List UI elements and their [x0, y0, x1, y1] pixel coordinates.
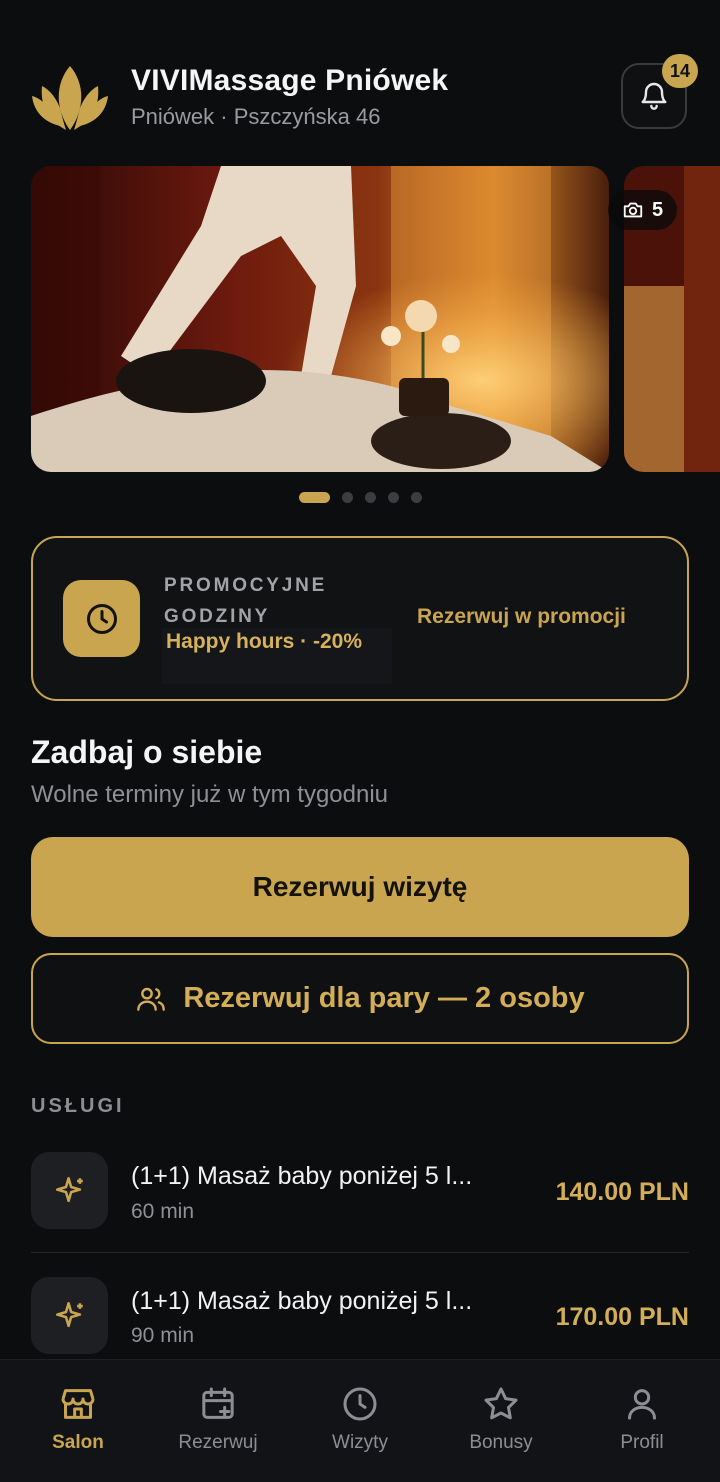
service-name: (1+1) Masaż baby poniżej 5 l...: [131, 1287, 473, 1315]
service-tile: [31, 1152, 108, 1229]
notification-count-badge: 14: [662, 54, 698, 88]
promo-book-link[interactable]: Rezerwuj w promocji: [417, 605, 626, 629]
section-title: Zadbaj o siebie: [31, 734, 263, 770]
carousel-dot[interactable]: [342, 492, 353, 503]
service-price: 170.00 PLN: [555, 1303, 689, 1331]
nav-item-wizyty[interactable]: Wizyty: [288, 1360, 432, 1482]
promo-clock-tile: [63, 580, 140, 657]
nav-item-profil[interactable]: Profil: [570, 1360, 714, 1482]
salon-photo[interactable]: [31, 166, 609, 472]
service-price: 140.00 PLN: [555, 1178, 689, 1206]
calendar-plus-icon: [202, 1387, 234, 1419]
users-icon: [137, 987, 166, 1011]
star-icon: [484, 1387, 518, 1420]
clock-icon: [343, 1387, 377, 1421]
camera-icon: [623, 202, 643, 218]
lotus-logo-icon: [30, 64, 110, 132]
nav-label: Wizyty: [332, 1432, 388, 1453]
book-for-couple-label: Rezerwuj dla pary — 2 osoby: [183, 982, 585, 1014]
nav-label: Rezerwuj: [178, 1432, 258, 1453]
store-icon: [61, 1389, 95, 1419]
service-duration: 90 min: [131, 1324, 195, 1347]
photo-count-badge[interactable]: 5: [608, 190, 678, 230]
carousel-dot[interactable]: [411, 492, 422, 503]
nav-label: Salon: [52, 1432, 104, 1453]
book-for-couple-button[interactable]: Rezerwuj dla pary — 2 osoby: [31, 953, 689, 1044]
bottom-nav: Salon Rezerwuj Wizyty Bonusy Profil: [0, 1359, 720, 1482]
carousel-dot[interactable]: [365, 492, 376, 503]
service-divider: [31, 1252, 689, 1253]
section-subtitle: Wolne terminy już w tym tygodniu: [31, 781, 389, 808]
service-row[interactable]: (1+1) Masaż baby poniżej 5 l... 90 min 1…: [31, 1277, 689, 1355]
clock-icon: [86, 603, 117, 634]
service-row[interactable]: (1+1) Masaż baby poniżej 5 l... 60 min 1…: [31, 1152, 689, 1230]
sparkles-icon: [55, 1176, 83, 1202]
sparkles-icon: [55, 1301, 83, 1327]
book-visit-button[interactable]: Rezerwuj wizytę: [31, 837, 689, 937]
nav-label: Bonusy: [469, 1432, 533, 1453]
salon-address: Pniówek · Pszczyńska 46: [131, 104, 381, 129]
photo-count-text: 5: [652, 198, 664, 221]
services-heading: USŁUGI: [31, 1095, 125, 1117]
carousel-dot[interactable]: [388, 492, 399, 503]
promo-label: PROMOCYJNE GODZINY: [164, 575, 328, 627]
nav-item-bonusy[interactable]: Bonusy: [429, 1360, 573, 1482]
bell-icon: [641, 82, 667, 110]
promo-subtitle: Happy hours · -20%: [162, 628, 392, 684]
service-name: (1+1) Masaż baby poniżej 5 l...: [131, 1162, 473, 1190]
nav-item-rezerwuj[interactable]: Rezerwuj: [146, 1360, 290, 1482]
user-icon: [628, 1389, 656, 1420]
carousel-dots: [299, 492, 422, 503]
carousel-dot[interactable]: [299, 492, 330, 503]
salon-title: VIVIMassage Pniówek: [131, 64, 449, 97]
service-tile: [31, 1277, 108, 1354]
nav-item-salon[interactable]: Salon: [6, 1360, 150, 1482]
service-duration: 60 min: [131, 1200, 195, 1223]
nav-label: Profil: [620, 1432, 664, 1453]
